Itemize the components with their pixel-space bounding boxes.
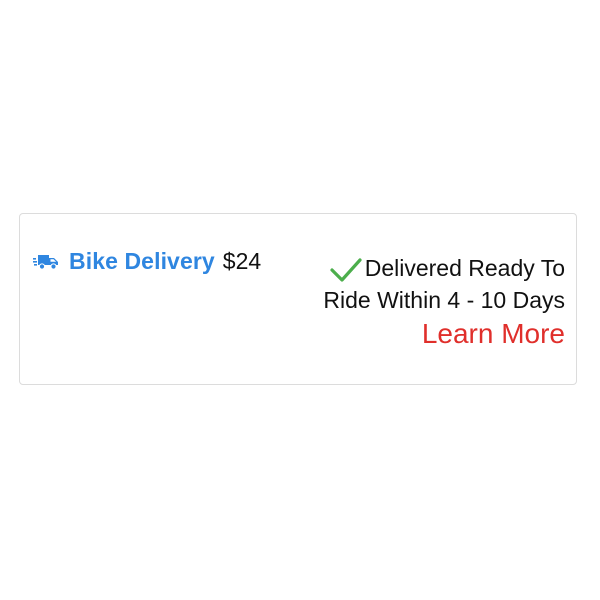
learn-more-link[interactable]: Learn More xyxy=(422,318,565,350)
delivery-info: Delivered Ready To Ride Within 4 - 10 Da… xyxy=(295,252,565,316)
delivery-truck-icon xyxy=(33,253,61,271)
delivery-price: $24 xyxy=(222,248,262,274)
delivery-option-header: Bike Delivery $24 xyxy=(33,248,261,275)
delivery-details: Delivered Ready To Ride Within 4 - 10 Da… xyxy=(295,252,565,350)
delivery-title: Bike Delivery xyxy=(69,248,215,274)
checkmark-icon xyxy=(330,257,362,283)
delivery-option-card: Bike Delivery $24 Delivered Ready To Rid… xyxy=(19,213,577,385)
